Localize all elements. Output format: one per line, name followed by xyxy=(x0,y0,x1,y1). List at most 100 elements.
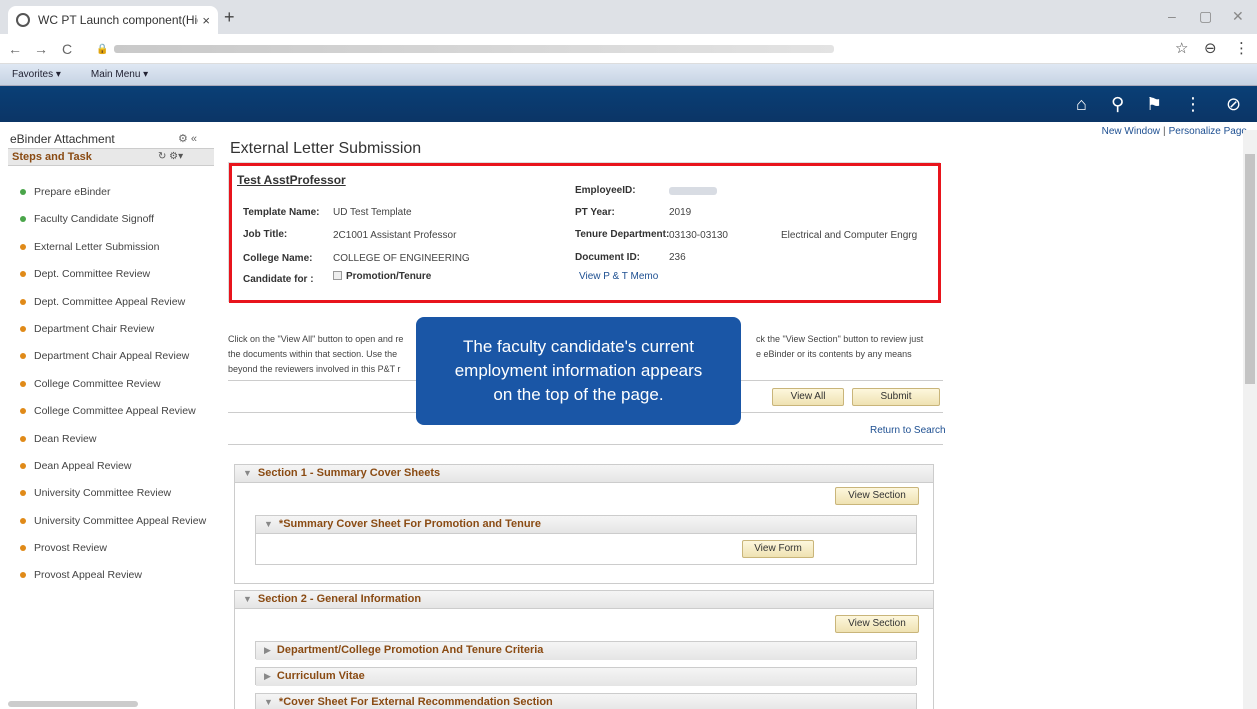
callout-line: employment information appears xyxy=(454,361,703,380)
site-favicon-icon xyxy=(16,13,30,27)
step-item[interactable]: Provost Review xyxy=(20,542,206,569)
section-2-header[interactable]: ▼ Section 2 - General Information xyxy=(235,591,933,609)
employee-info-box: Test AsstProfessor Template Name: UD Tes… xyxy=(228,162,941,303)
pending-status-icon xyxy=(20,353,26,360)
step-label: Dean Appeal Review xyxy=(34,459,132,472)
step-item[interactable]: Department Chair Review xyxy=(20,323,206,350)
view-all-button[interactable]: View All xyxy=(772,388,844,406)
view-section-button[interactable]: View Section xyxy=(835,615,919,633)
instruction-line: e eBinder or its contents by any means xyxy=(756,349,912,359)
browser-tab[interactable]: WC PT Launch component(Hidde × xyxy=(8,6,218,34)
external-recommendation-subsection: ▼ *Cover Sheet For External Recommendatio… xyxy=(255,693,917,709)
step-label: Prepare eBinder xyxy=(34,186,111,198)
step-label: University Committee Review xyxy=(34,487,172,500)
subsection-title: Department/College Promotion And Tenure … xyxy=(276,644,544,656)
view-form-button[interactable]: View Form xyxy=(742,540,814,558)
section-1-header[interactable]: ▼ Section 1 - Summary Cover Sheets xyxy=(235,465,933,483)
pending-status-icon xyxy=(20,545,26,552)
new-tab-button[interactable]: + xyxy=(224,7,235,28)
step-item[interactable]: Dept. Committee Review xyxy=(20,268,206,295)
step-label: Department Chair Review xyxy=(34,322,155,335)
tab-title: WC PT Launch component(Hidde xyxy=(38,13,198,27)
page-vertical-scrollbar[interactable] xyxy=(1243,130,1257,709)
step-label: Dean Review xyxy=(34,432,97,445)
step-item[interactable]: Faculty Candidate Signoff xyxy=(20,213,206,240)
tab-close-icon[interactable]: × xyxy=(202,13,210,28)
step-item[interactable]: University Committee Review xyxy=(20,487,206,514)
flag-icon[interactable]: ⚑ xyxy=(1146,94,1162,115)
step-item[interactable]: University Committee Appeal Review xyxy=(20,515,206,542)
step-label: College Committee Review xyxy=(34,377,161,390)
favorites-bar: Favorites ▾ Main Menu ▾ xyxy=(0,64,1257,86)
step-label: Department Chair Appeal Review xyxy=(34,350,190,363)
link-separator: | xyxy=(1163,126,1166,137)
cv-subsection: ▶ Curriculum Vitae xyxy=(255,667,917,686)
forward-icon[interactable]: → xyxy=(30,41,52,57)
step-item[interactable]: Prepare eBinder xyxy=(20,186,206,213)
instruction-line: ck the "View Section" button to review j… xyxy=(756,334,924,344)
step-item[interactable]: Department Chair Appeal Review xyxy=(20,350,206,377)
pending-status-icon xyxy=(20,271,26,278)
step-item[interactable]: Provost Appeal Review xyxy=(20,569,206,596)
page-links: New Window | Personalize Page xyxy=(1102,126,1247,137)
callout-line: The faculty candidate's current xyxy=(463,337,694,356)
complete-status-icon xyxy=(20,189,26,195)
back-icon[interactable]: ← xyxy=(4,41,26,57)
step-label: Dept. Committee Review xyxy=(34,268,151,281)
browser-tab-bar: WC PT Launch component(Hidde × + – ▢ ✕ xyxy=(0,0,1257,34)
scrollbar-thumb[interactable] xyxy=(1245,154,1255,384)
step-item[interactable]: College Committee Review xyxy=(20,378,206,405)
section-1: ▼ Section 1 - Summary Cover Sheets View S… xyxy=(234,464,934,584)
subsection-header[interactable]: ▶ Department/College Promotion And Tenure… xyxy=(256,642,916,660)
reload-icon[interactable]: C xyxy=(56,41,78,57)
maximize-icon[interactable]: ▢ xyxy=(1199,8,1212,25)
new-window-link[interactable]: New Window xyxy=(1102,126,1160,137)
ebinder-side-panel: eBinder Attachment ⚙ « Steps and Task ↻ … xyxy=(8,130,214,709)
profile-icon[interactable]: ⊖ xyxy=(1204,39,1217,57)
url-field[interactable]: 🔒 xyxy=(96,38,1146,60)
minimize-icon[interactable]: – xyxy=(1168,8,1176,24)
pending-status-icon xyxy=(20,462,26,469)
pending-status-icon xyxy=(20,243,26,250)
subsection-header[interactable]: ▶ Curriculum Vitae xyxy=(256,668,916,686)
panel-settings-collapse-icon[interactable]: ⚙ « xyxy=(178,132,197,145)
step-item[interactable]: Dept. Committee Appeal Review xyxy=(20,296,206,323)
step-label: External Letter Submission xyxy=(34,240,160,253)
step-item[interactable]: External Letter Submission xyxy=(20,241,206,268)
panel-horizontal-scrollbar[interactable] xyxy=(8,701,138,707)
main-menu[interactable]: Main Menu ▾ xyxy=(91,69,148,80)
collapse-triangle-icon: ▼ xyxy=(243,468,252,478)
submit-button[interactable]: Submit xyxy=(852,388,940,406)
return-to-search-link[interactable]: Return to Search xyxy=(870,425,946,436)
summary-cover-sheet-subsection: ▼ *Summary Cover Sheet For Promotion and … xyxy=(255,515,917,565)
bookmark-star-icon[interactable]: ☆ xyxy=(1175,39,1188,57)
callout-line: on the top of the page. xyxy=(493,385,664,404)
personalize-page-link[interactable]: Personalize Page xyxy=(1169,126,1247,137)
step-item[interactable]: Dean Review xyxy=(20,433,206,460)
steps-header: Steps and Task ↻ ⚙▾ xyxy=(8,148,214,166)
app-header: ⌂ ⚲ ⚑ ⋮ ⊘ xyxy=(0,86,1257,122)
subsection-header[interactable]: ▼ *Summary Cover Sheet For Promotion and … xyxy=(256,516,916,534)
expand-triangle-icon: ▶ xyxy=(264,645,271,655)
steps-refresh-settings-icon[interactable]: ↻ ⚙▾ xyxy=(158,151,183,162)
panel-title: eBinder Attachment xyxy=(10,132,115,146)
section-2: ▼ Section 2 - General Information View Se… xyxy=(234,590,934,709)
close-window-icon[interactable]: ✕ xyxy=(1232,8,1244,25)
subsection-title: *Summary Cover Sheet For Promotion and T… xyxy=(278,518,541,530)
navbar-compass-icon[interactable]: ⊘ xyxy=(1226,94,1241,115)
subsection-header[interactable]: ▼ *Cover Sheet For External Recommendatio… xyxy=(256,694,916,709)
step-label: College Committee Appeal Review xyxy=(34,405,196,418)
view-section-button[interactable]: View Section xyxy=(835,487,919,505)
divider xyxy=(228,444,943,445)
step-label: University Committee Appeal Review xyxy=(34,514,207,527)
home-icon[interactable]: ⌂ xyxy=(1076,94,1087,115)
search-icon[interactable]: ⚲ xyxy=(1111,94,1124,115)
pending-status-icon xyxy=(20,435,26,442)
step-item[interactable]: College Committee Appeal Review xyxy=(20,405,206,432)
collapse-triangle-icon: ▼ xyxy=(264,697,273,707)
step-item[interactable]: Dean Appeal Review xyxy=(20,460,206,487)
browser-menu-icon[interactable]: ⋮ xyxy=(1234,39,1249,57)
collapse-triangle-icon: ▼ xyxy=(264,519,273,529)
favorites-menu[interactable]: Favorites ▾ xyxy=(12,69,61,80)
actions-menu-icon[interactable]: ⋮ xyxy=(1184,94,1202,115)
